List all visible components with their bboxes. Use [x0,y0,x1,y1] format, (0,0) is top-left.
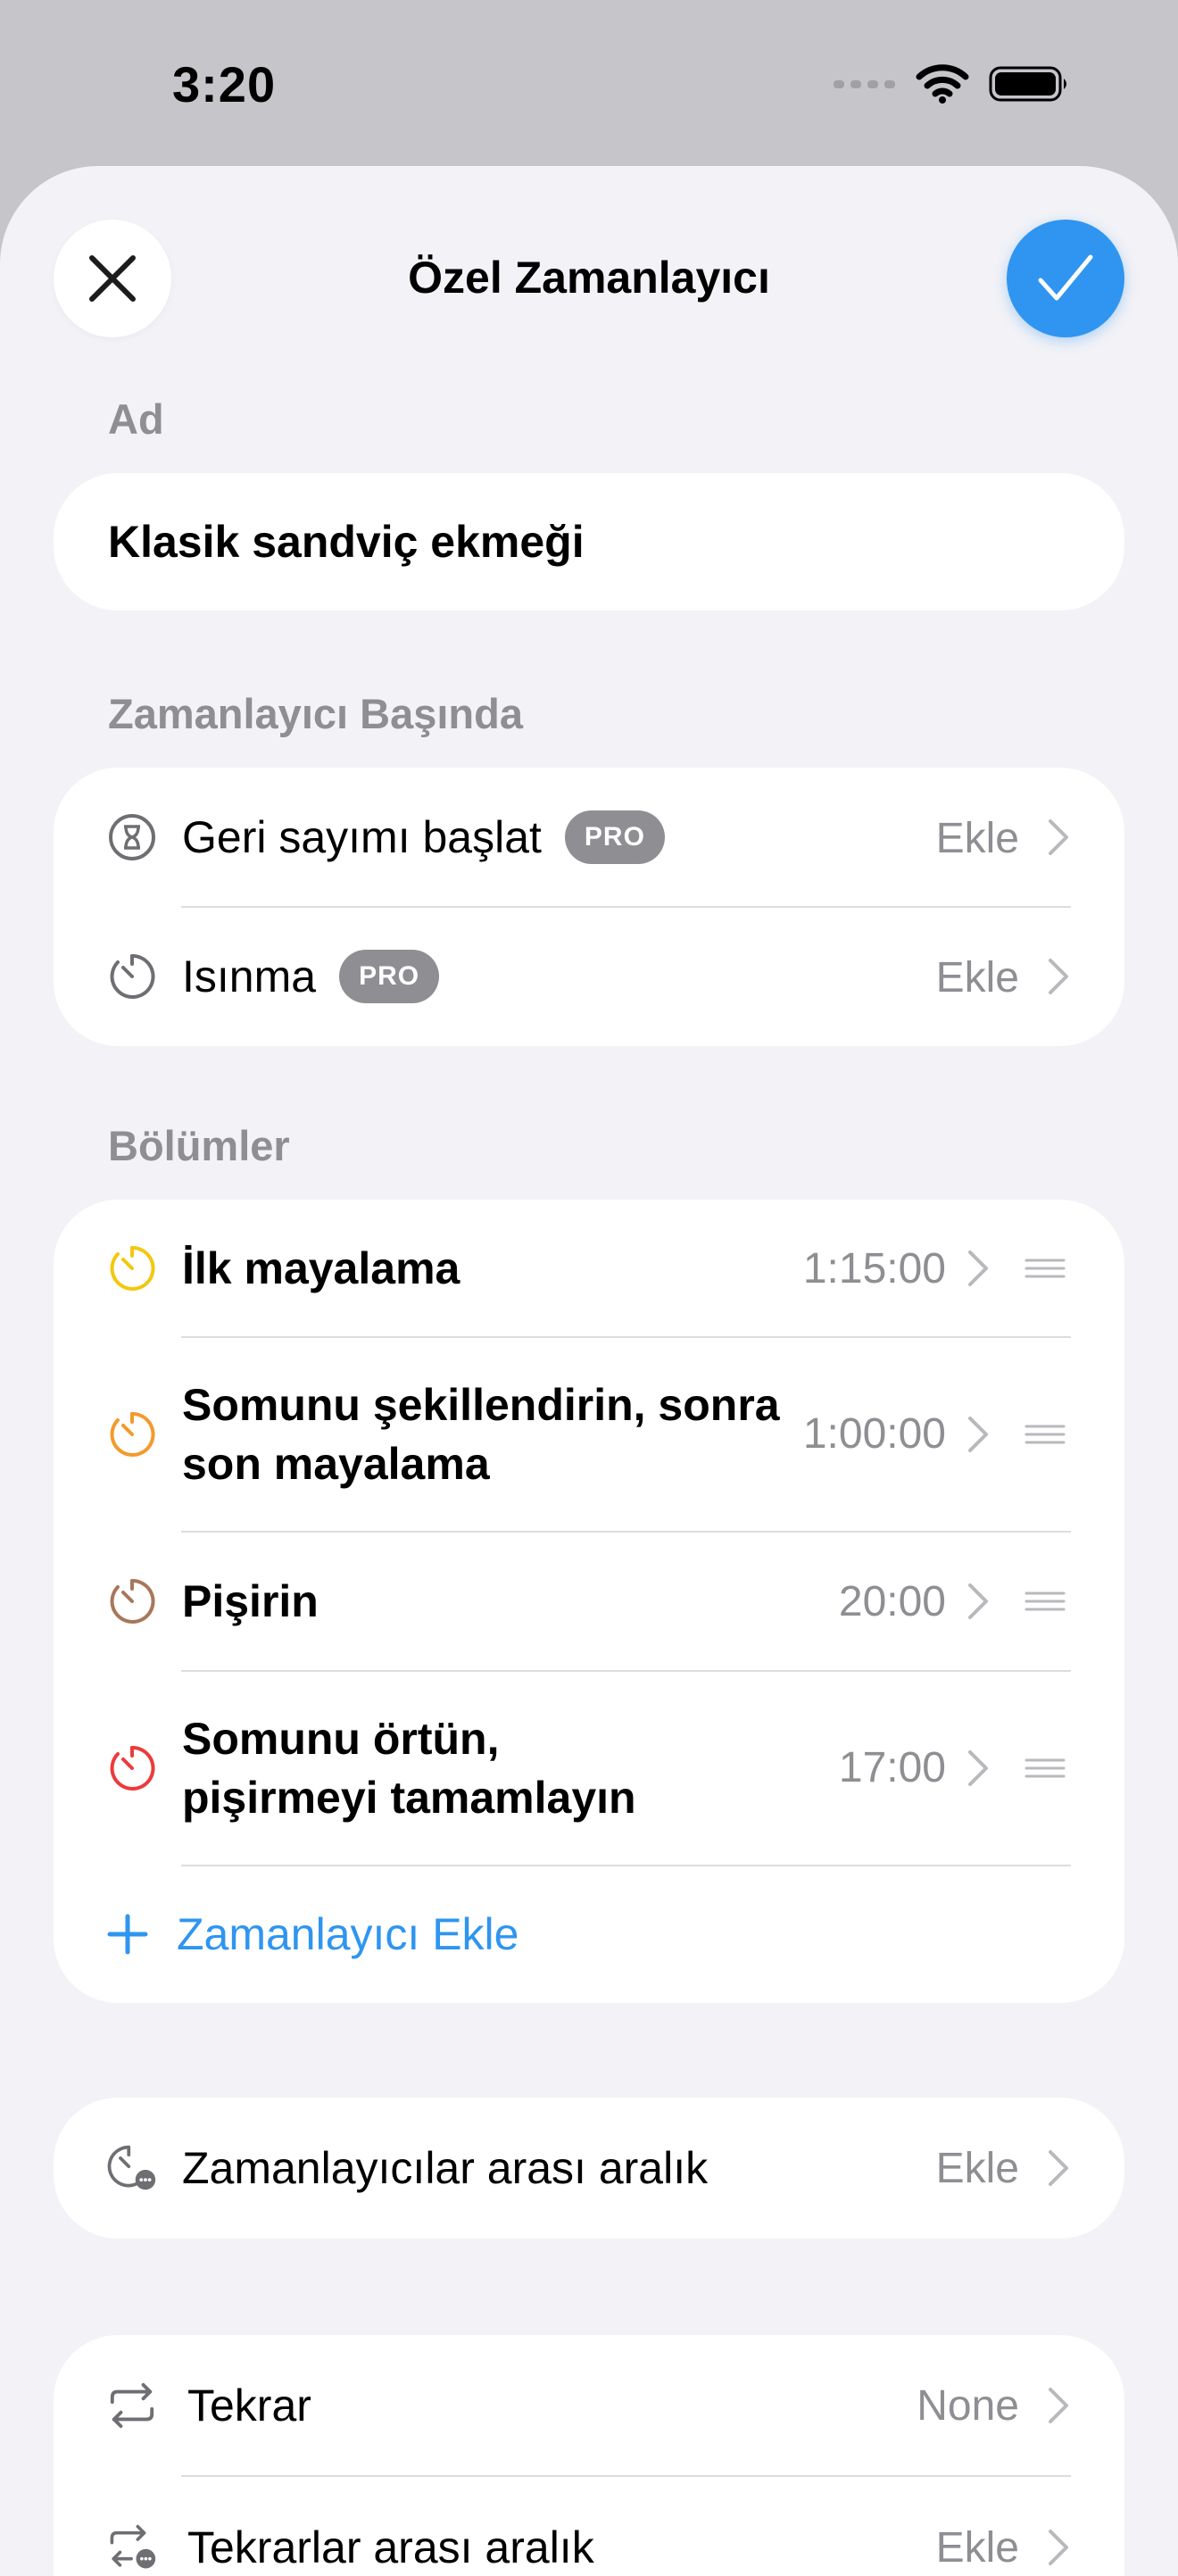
timer-start-card: Geri sayımı başlat PRO Ekle Isınma PRO E… [54,768,1124,1046]
chevron-right-icon [968,1251,988,1286]
battery-icon [989,66,1066,102]
timer-icon [107,1409,157,1459]
name-field[interactable]: Klasik sandviç ekmeği [54,473,1124,611]
warmup-value: Ekle [935,954,1019,1001]
timer-icon [107,951,157,1001]
drag-handle-icon[interactable] [1025,1424,1066,1445]
plus-icon [107,1914,148,1955]
timer-start-section-label: Zamanlayıcı Başında [108,690,523,737]
chevron-right-icon [1049,2150,1068,2186]
custom-timer-sheet: Özel Zamanlayıcı Ad Klasik sandviç ekmeğ… [0,166,1178,2576]
repeat-interval-icon [107,2522,157,2572]
section-row[interactable]: Pişirin 20:00 [54,1533,1124,1670]
section-row[interactable]: İlk mayalama 1:15:00 [54,1200,1124,1337]
wifi-icon [916,64,969,104]
sheet-title: Özel Zamanlayıcı [408,253,770,303]
section-name-line2: pişirmeyi tamamlayın [182,1773,636,1823]
drag-handle-icon[interactable] [1025,1258,1066,1279]
repeat-interval-label: Tekrarlar arası aralık [187,2522,594,2572]
chevron-right-icon [1049,819,1068,855]
repeat-value: None [917,2382,1019,2430]
checkmark-icon [1038,254,1093,301]
status-icons [834,64,1071,104]
section-name-line1: Somunu şekillendirin, sonra [182,1380,780,1430]
repeat-icon [107,2381,157,2431]
section-duration: 1:00:00 [802,1410,946,1458]
start-countdown-row[interactable]: Geri sayımı başlat PRO Ekle [54,768,1124,907]
chevron-right-icon [968,1583,988,1619]
name-card[interactable]: Klasik sandviç ekmeği [54,473,1124,611]
pro-badge: PRO [564,810,665,864]
chevron-right-icon [1049,959,1068,994]
drag-handle-icon[interactable] [1025,1757,1066,1779]
repeat-card: Tekrar None Tekrarlar arası aralık Ekle [54,2335,1124,2576]
interval-card: Zamanlayıcılar arası aralık Ekle [54,2098,1124,2239]
interval-value: Ekle [935,2145,1019,2192]
confirm-button[interactable] [1007,220,1124,337]
add-timer-button[interactable]: Zamanlayıcı Ekle [107,1896,518,1973]
status-time: 3:20 [172,56,277,112]
chevron-right-icon [968,1750,988,1786]
section-name: İlk mayalama [182,1243,460,1293]
cellular-signal-icon [834,80,895,88]
warmup-label: Isınma [182,951,317,1001]
hourglass-icon [107,812,157,862]
repeat-row[interactable]: Tekrar None [54,2335,1124,2476]
divider [181,1865,1071,1866]
timer-icon [107,1576,157,1626]
repeat-interval-row[interactable]: Tekrarlar arası aralık Ekle [54,2477,1124,2576]
section-name: Pişirin [182,1576,319,1626]
name-section-label: Ad [108,395,164,443]
add-timer-label: Zamanlayıcı Ekle [177,1909,519,1959]
start-countdown-label: Geri sayımı başlat [182,812,542,862]
chevron-right-icon [1049,2530,1068,2565]
interval-row[interactable]: Zamanlayıcılar arası aralık Ekle [54,2098,1124,2239]
chevron-right-icon [1049,2388,1068,2423]
section-duration: 20:00 [838,1578,946,1625]
chevron-right-icon [968,1417,988,1452]
interval-label: Zamanlayıcılar arası aralık [182,2143,709,2193]
section-name-line2: son mayalama [182,1439,490,1489]
section-duration: 1:15:00 [802,1245,946,1292]
start-countdown-value: Ekle [935,815,1019,862]
repeat-label: Tekrar [187,2381,311,2431]
section-name-line1: Somunu örtün, [182,1714,500,1764]
sections-card: İlk mayalama 1:15:00 Somunu şekillendiri… [54,1200,1124,2003]
timer-icon [107,1743,157,1793]
drag-handle-icon[interactable] [1025,1591,1066,1612]
section-row[interactable]: Somunu şekillendirin, sonra son mayalama… [54,1338,1124,1531]
timer-icon [107,1243,157,1293]
sections-label: Bölümler [108,1122,290,1169]
repeat-interval-value: Ekle [935,2524,1019,2572]
section-duration: 17:00 [838,1744,946,1791]
warmup-row[interactable]: Isınma PRO Ekle [54,907,1124,1046]
pro-badge: PRO [339,950,440,1003]
status-bar: 3:20 [0,0,1178,166]
section-row[interactable]: Somunu örtün, pişirmeyi tamamlayın 17:00 [54,1672,1124,1865]
timer-interval-icon [107,2143,157,2193]
